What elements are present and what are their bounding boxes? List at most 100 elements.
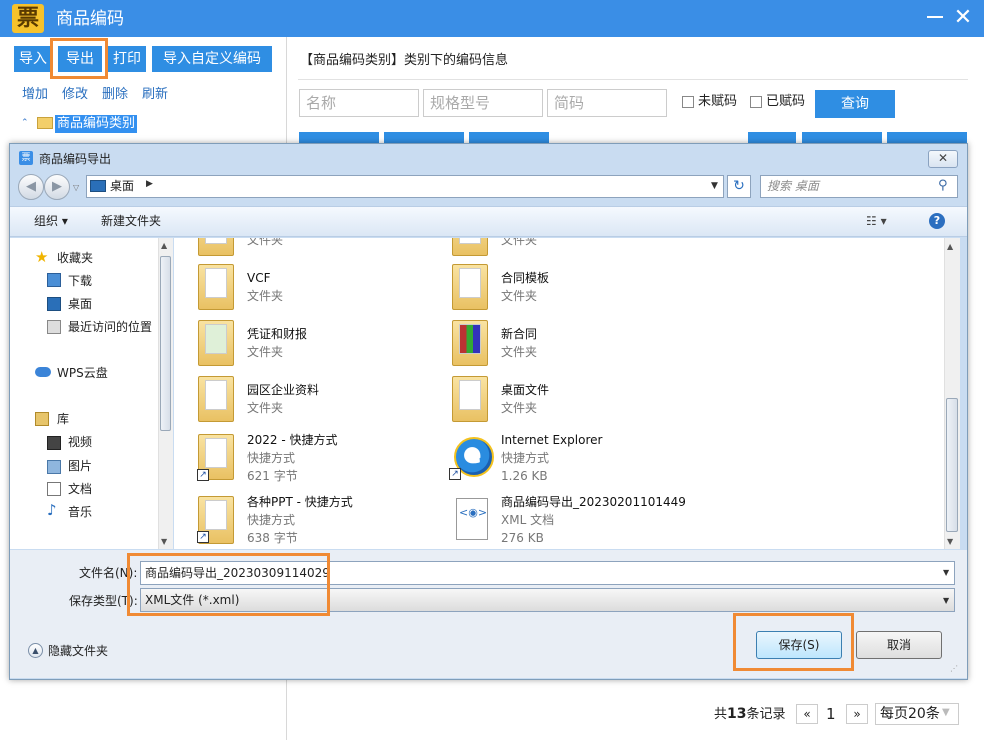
nav-item-favorites[interactable]: 收藏夹 <box>57 250 93 266</box>
nav-item-desktop[interactable]: 桌面 <box>68 296 92 312</box>
search-placeholder: 搜索 桌面 <box>767 179 819 193</box>
tree-expand-icon[interactable]: ⌃ <box>21 116 29 130</box>
address-location[interactable]: 桌面 <box>110 178 134 194</box>
file-type: XML 文档 <box>501 513 555 527</box>
folder-icon <box>452 320 488 366</box>
search-icon[interactable]: ⚲ <box>938 177 948 195</box>
next-page-button[interactable]: » <box>846 704 868 724</box>
chevron-down-icon: ▼ <box>942 707 950 718</box>
tree-root-item[interactable]: 商品编码类别 <box>55 115 138 133</box>
nav-item-recent[interactable]: 最近访问的位置 <box>68 319 152 335</box>
nav-item-pictures[interactable]: 图片 <box>68 458 92 474</box>
desktop-icon <box>90 180 106 192</box>
file-size: 276 KB <box>501 531 544 545</box>
recent-locations-dropdown[interactable]: ▽ <box>73 183 79 192</box>
file-type: 快捷方式 <box>247 513 296 527</box>
address-bar[interactable] <box>86 175 724 198</box>
nav-item-documents[interactable]: 文档 <box>68 481 92 497</box>
shortcut-folder-icon: ↗ <box>197 434 234 481</box>
app-logo: 票 <box>12 4 44 33</box>
scroll-up-icon[interactable]: ▲ <box>947 242 953 251</box>
file-name[interactable]: Internet Explorer <box>501 432 602 448</box>
xml-file-icon <box>456 498 488 540</box>
minimize-button[interactable] <box>927 16 943 18</box>
add-link[interactable]: 增加 <box>22 86 48 104</box>
view-options-icon[interactable]: ☷ ▾ <box>866 213 887 229</box>
folder-icon <box>198 264 234 310</box>
assigned-checkbox[interactable] <box>750 96 762 108</box>
scroll-up-icon[interactable]: ▲ <box>161 241 167 250</box>
dialog-close-button[interactable]: ✕ <box>928 150 958 168</box>
nav-item-music[interactable]: 音乐 <box>68 504 92 520</box>
address-dropdown-icon[interactable]: ▼ <box>711 181 718 191</box>
breadcrumb-arrow-icon[interactable]: ▶ <box>146 179 153 189</box>
save-highlight-box <box>733 613 854 671</box>
scroll-down-icon[interactable]: ▼ <box>947 537 953 546</box>
refresh-icon[interactable]: ↻ <box>727 175 751 198</box>
dialog-app-icon: 票 <box>19 151 33 165</box>
print-button[interactable]: 打印 <box>108 46 146 72</box>
file-size: 621 字节 <box>247 469 298 483</box>
file-name[interactable]: 合同模板 <box>501 270 549 286</box>
file-size: 1.26 KB <box>501 469 548 483</box>
file-name[interactable]: VCF <box>247 270 271 286</box>
file-type: 文件夹 <box>501 401 538 415</box>
edit-link[interactable]: 修改 <box>62 86 88 104</box>
file-name[interactable]: 新合同 <box>501 326 537 342</box>
page-number: 1 <box>826 705 836 723</box>
import-button[interactable]: 导入 <box>14 46 52 72</box>
cloud-icon <box>35 367 51 377</box>
file-type: 快捷方式 <box>247 451 296 465</box>
library-icon <box>35 412 49 426</box>
refresh-link[interactable]: 刷新 <box>142 86 168 104</box>
delete-link[interactable]: 删除 <box>102 86 128 104</box>
globe-icon: <◉> <box>459 506 488 519</box>
query-button[interactable]: 查询 <box>815 90 895 118</box>
hide-folders-toggle[interactable]: 隐藏文件夹 <box>48 643 108 659</box>
file-scrollbar-thumb[interactable] <box>946 398 958 532</box>
file-name[interactable]: 凭证和财报 <box>247 326 307 342</box>
file-name[interactable]: 园区企业资料 <box>247 382 319 398</box>
back-button[interactable]: ◀ <box>18 174 44 200</box>
chevron-down-icon[interactable]: ▼ <box>943 568 949 577</box>
divider <box>298 79 968 80</box>
total-suffix: 条记录 <box>746 707 786 722</box>
nav-scrollbar-thumb[interactable] <box>160 256 171 431</box>
chevron-down-icon[interactable]: ▼ <box>943 596 949 605</box>
new-folder-button[interactable]: 新建文件夹 <box>101 213 161 229</box>
unassigned-checkbox[interactable] <box>682 96 694 108</box>
help-icon[interactable]: ? <box>929 213 945 229</box>
music-icon: ♪ <box>47 501 57 519</box>
shortcut-arrow-icon: ↗ <box>449 468 461 480</box>
close-button[interactable]: ✕ <box>952 6 974 30</box>
file-type: 文件夹 <box>247 401 284 415</box>
folder-icon <box>452 264 488 310</box>
file-name[interactable]: 商品编码导出_20230201101449 <box>501 494 686 510</box>
file-type: 文件夹 <box>501 345 538 359</box>
nav-item-downloads[interactable]: 下载 <box>68 273 92 289</box>
nav-item-libraries[interactable]: 库 <box>57 411 69 427</box>
spec-filter-input[interactable]: 规格型号 <box>423 89 543 117</box>
name-filter-input[interactable]: 名称 <box>299 89 419 117</box>
downloads-icon <box>47 273 61 287</box>
prev-page-button[interactable]: « <box>796 704 818 724</box>
forward-button[interactable]: ▶ <box>44 174 70 200</box>
organize-button[interactable]: 组织 ▾ <box>34 213 68 229</box>
import-custom-code-button[interactable]: 导入自定义编码 <box>152 46 272 72</box>
file-name[interactable]: 桌面文件 <box>501 382 549 398</box>
nav-item-wps-cloud[interactable]: WPS云盘 <box>57 365 108 381</box>
shortcut-folder-icon: ↗ <box>197 496 234 544</box>
scroll-down-icon[interactable]: ▼ <box>161 537 167 546</box>
file-name[interactable]: 各种PPT - 快捷方式 <box>247 494 353 510</box>
cancel-button[interactable]: 取消 <box>856 631 942 659</box>
resize-grip-icon[interactable]: ⋰ <box>950 664 958 673</box>
recent-places-icon <box>47 320 61 334</box>
nav-item-videos[interactable]: 视频 <box>68 434 92 450</box>
abbr-filter-input[interactable]: 简码 <box>547 89 667 117</box>
file-name[interactable]: 2022 - 快捷方式 <box>247 432 338 448</box>
assigned-label: 已赋码 <box>766 94 806 109</box>
document-icon <box>47 482 61 496</box>
chevron-up-icon[interactable]: ▲ <box>28 643 43 658</box>
app-titlebar <box>0 0 984 37</box>
folder-icon <box>198 320 234 366</box>
